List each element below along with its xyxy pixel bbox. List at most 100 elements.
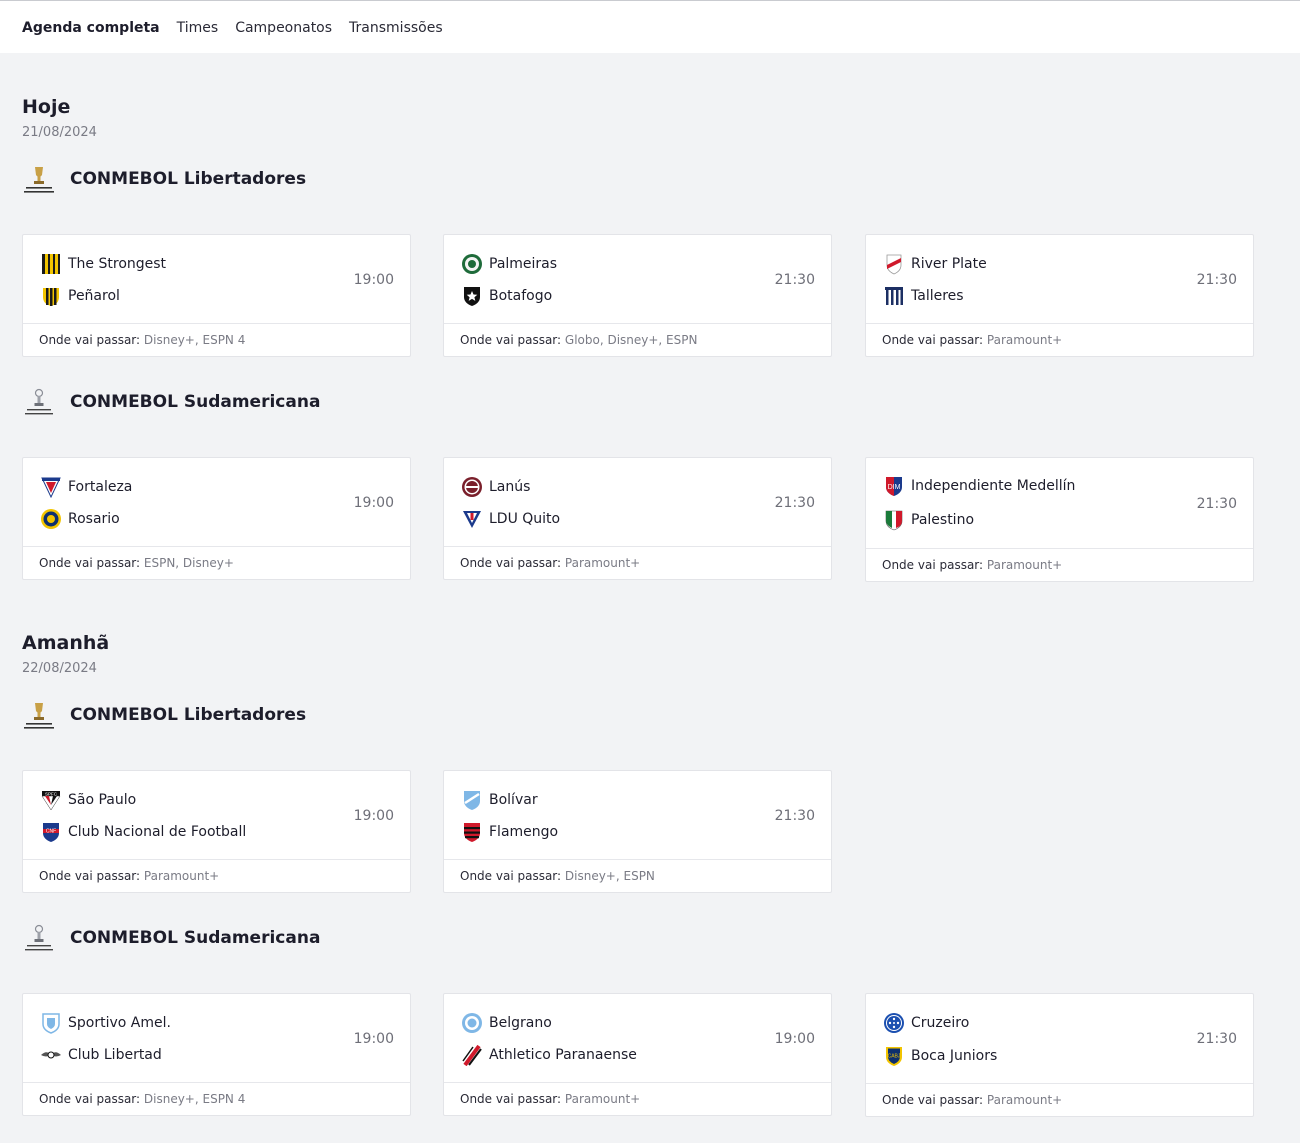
talleres-crest-icon	[885, 287, 903, 305]
broadcast-label: Onde vai passar:	[39, 333, 141, 347]
independiente-medellin-crest-icon: DIM	[886, 477, 902, 496]
competition-header[interactable]: CONMEBOL Sudamericana	[22, 923, 320, 955]
team-name: River Plate	[911, 256, 987, 272]
match-card[interactable]: Lanús LDU Quito 21:30 Onde vai passar: P…	[443, 457, 832, 580]
broadcast-info: Onde vai passar: Paramount+	[444, 547, 831, 579]
away-team[interactable]: Peñarol	[40, 285, 120, 307]
svg-text:CNF: CNF	[46, 829, 56, 835]
home-team[interactable]: SPFC São Paulo	[40, 789, 136, 811]
home-team[interactable]: Fortaleza	[40, 476, 132, 498]
team-name: Fortaleza	[68, 479, 133, 495]
competition-header[interactable]: CONMEBOL Libertadores	[22, 700, 306, 732]
team-name: Athletico Paranaense	[489, 1047, 637, 1063]
team-name: Palmeiras	[489, 256, 558, 272]
broadcast-info: Onde vai passar: Paramount+	[444, 1083, 831, 1115]
team-name: Belgrano	[489, 1015, 552, 1031]
home-team[interactable]: River Plate	[883, 253, 987, 275]
home-team[interactable]: Cruzeiro	[883, 1012, 969, 1034]
broadcast-info: Onde vai passar: Paramount+	[866, 1084, 1253, 1116]
match-time: 21:30	[774, 272, 815, 288]
match-time: 19:00	[353, 272, 394, 288]
match-card[interactable]: Cruzeiro CABJ Boca Juniors 21:30 Onde va…	[865, 993, 1254, 1117]
match-card[interactable]: Bolívar Flamengo 21:30 Onde vai passar: …	[443, 770, 832, 893]
svg-text:DIM: DIM	[888, 484, 901, 491]
home-team[interactable]: DIM Independiente Medellín	[883, 475, 1075, 497]
match-card[interactable]: DIM Independiente Medellín Palestino 21:…	[865, 457, 1254, 582]
rosario-crest-icon	[41, 509, 61, 529]
match-time: 21:30	[1196, 496, 1237, 512]
away-team[interactable]: CNF Club Nacional de Football	[40, 821, 246, 843]
team-name: Flamengo	[489, 824, 559, 840]
competition-header[interactable]: CONMEBOL Sudamericana	[22, 387, 320, 419]
match-time: 19:00	[774, 1031, 815, 1047]
away-team[interactable]: Palestino	[883, 509, 974, 531]
home-team[interactable]: Lanús	[461, 476, 530, 498]
match-card[interactable]: The Strongest Peñarol 19:00 Onde vai pas…	[22, 234, 411, 357]
broadcast-label: Onde vai passar:	[39, 1092, 141, 1106]
team-name: Lanús	[489, 479, 531, 495]
svg-text:CABJ: CABJ	[888, 1054, 901, 1060]
match-time: 19:00	[353, 808, 394, 824]
away-team[interactable]: Talleres	[883, 285, 964, 307]
team-name: Palestino	[911, 512, 975, 528]
club-nacional-crest-icon: CNF	[43, 823, 59, 842]
tab-times[interactable]: Times	[177, 20, 219, 36]
sportivo-ameliano-crest-icon	[42, 1013, 60, 1034]
competition-header[interactable]: CONMEBOL Libertadores	[22, 164, 306, 196]
competition-name: CONMEBOL Sudamericana	[70, 928, 321, 948]
broadcast-channels: Paramount+	[986, 558, 1063, 572]
match-time: 19:00	[353, 1031, 394, 1047]
broadcast-info: Onde vai passar: Paramount+	[23, 860, 410, 892]
away-team[interactable]: Rosario	[40, 508, 120, 530]
match-card[interactable]: SPFC São Paulo CNF Club Nacional de Foot…	[22, 770, 411, 893]
home-team[interactable]: Sportivo Amel.	[40, 1012, 171, 1034]
lanus-crest-icon	[462, 477, 482, 497]
penarol-crest-icon	[43, 288, 59, 306]
away-team[interactable]: Botafogo	[461, 285, 552, 307]
match-card[interactable]: Palmeiras Botafogo 21:30 Onde vai passar…	[443, 234, 832, 357]
match-card[interactable]: Sportivo Amel. Club Libertad 19:00 Onde …	[22, 993, 411, 1116]
match-card[interactable]: Belgrano Athletico Paranaense 19:00 Onde…	[443, 993, 832, 1116]
broadcast-channels: ESPN, Disney+	[143, 556, 234, 570]
libertadores-trophy-icon	[22, 700, 56, 732]
broadcast-label: Onde vai passar:	[882, 1093, 984, 1107]
home-team[interactable]: Palmeiras	[461, 253, 557, 275]
team-name: Club Libertad	[68, 1047, 162, 1063]
competition-name: CONMEBOL Sudamericana	[70, 392, 321, 412]
libertadores-trophy-icon	[22, 164, 56, 196]
broadcast-channels: Globo, Disney+, ESPN	[564, 333, 698, 347]
match-time: 21:30	[774, 808, 815, 824]
away-team[interactable]: Club Libertad	[40, 1044, 162, 1066]
away-team[interactable]: Flamengo	[461, 821, 558, 843]
broadcast-channels: Paramount+	[564, 1092, 641, 1106]
match-card[interactable]: River Plate Talleres 21:30 Onde vai pass…	[865, 234, 1254, 357]
team-name: Club Nacional de Football	[68, 824, 247, 840]
team-name: Rosario	[68, 511, 120, 527]
away-team[interactable]: Athletico Paranaense	[461, 1044, 637, 1066]
sudamericana-trophy-icon	[22, 387, 56, 419]
match-time: 21:30	[774, 495, 815, 511]
sao-paulo-crest-icon: SPFC	[41, 791, 61, 811]
palestino-crest-icon	[885, 510, 903, 531]
broadcast-info: Onde vai passar: Paramount+	[866, 324, 1253, 356]
match-time: 21:30	[1196, 1031, 1237, 1047]
match-time: 19:00	[353, 495, 394, 511]
away-team[interactable]: LDU Quito	[461, 508, 560, 530]
tab-agenda-completa[interactable]: Agenda completa	[22, 20, 160, 36]
team-name: Sportivo Amel.	[68, 1015, 171, 1031]
home-team[interactable]: Bolívar	[461, 789, 538, 811]
away-team[interactable]: CABJ Boca Juniors	[883, 1045, 997, 1067]
broadcast-label: Onde vai passar:	[460, 556, 562, 570]
tab-campeonatos[interactable]: Campeonatos	[235, 20, 332, 36]
competition-name: CONMEBOL Libertadores	[70, 169, 307, 189]
broadcast-label: Onde vai passar:	[882, 558, 984, 572]
tab-transmissoes[interactable]: Transmissões	[349, 20, 443, 36]
broadcast-channels: Disney+, ESPN	[564, 869, 655, 883]
sudamericana-trophy-icon	[22, 923, 56, 955]
match-card[interactable]: Fortaleza Rosario 19:00 Onde vai passar:…	[22, 457, 411, 580]
athletico-paranaense-crest-icon	[462, 1044, 482, 1066]
home-team[interactable]: Belgrano	[461, 1012, 552, 1034]
home-team[interactable]: The Strongest	[40, 253, 166, 275]
ldu-quito-crest-icon	[463, 511, 481, 528]
team-name: Bolívar	[489, 792, 538, 808]
